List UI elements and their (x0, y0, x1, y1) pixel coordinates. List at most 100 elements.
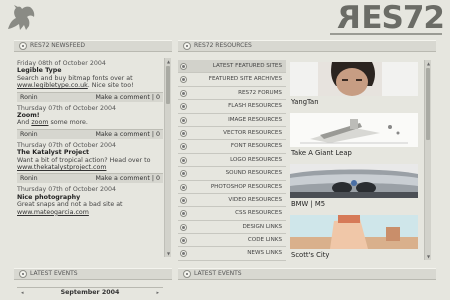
latest-events-bar-right: LATEST EVENTS (178, 268, 436, 280)
resource-item-featured-site-archives[interactable]: FEATURED SITE ARCHIVES (178, 73, 286, 87)
circle-bullet-icon (183, 42, 191, 50)
resource-item-news-links[interactable]: NEWS LINKS (178, 247, 286, 261)
circle-bullet-icon (180, 196, 187, 204)
comment-count: 0 (155, 175, 160, 183)
news-title: Zoom! (17, 112, 40, 120)
news-title: Legible Type (17, 67, 62, 75)
news-author[interactable]: Ronin (20, 130, 38, 139)
featured-caption[interactable]: BMW | M5 (290, 198, 420, 211)
latest-events-title-right: LATEST EVENTS (194, 270, 242, 277)
latest-events-title: LATEST EVENTS (30, 270, 78, 277)
scroll-down-icon[interactable]: ▼ (166, 251, 171, 256)
news-date: Thursday 07th of October 2004 (17, 186, 117, 194)
scroll-down-icon[interactable]: ▼ (426, 254, 431, 259)
res72-logo[interactable]: RES72 (338, 0, 445, 36)
featured-site[interactable]: Take A Giant Leap (290, 113, 420, 162)
circle-bullet-icon (180, 183, 187, 191)
news-link[interactable]: zoom (31, 119, 48, 126)
calendar-header: ◂ September 2004 ▸ (17, 287, 163, 298)
newsfeed-header-bar: RES72 NEWSFEED (14, 40, 172, 52)
make-comment-link[interactable]: Make a comment (95, 175, 149, 182)
resource-item-design-links[interactable]: DESIGN LINKS (178, 220, 286, 235)
news-footer: Ronin Make a comment | 0 (17, 91, 163, 102)
news-link[interactable]: www.legibletype.co.uk (17, 82, 88, 89)
resource-item-flash[interactable]: FLASH RESOURCES (178, 100, 286, 114)
circle-bullet-icon (180, 143, 187, 151)
latest-events-bar: LATEST EVENTS (14, 268, 172, 280)
scroll-up-icon[interactable]: ▲ (166, 59, 171, 64)
circle-bullet-icon (180, 237, 187, 245)
make-comment-link[interactable]: Make a comment (95, 131, 149, 138)
circle-bullet-icon (183, 270, 191, 278)
comment-count: 0 (155, 130, 160, 138)
resource-item-sound[interactable]: SOUND RESOURCES (178, 167, 286, 181)
resource-item-code-links[interactable]: CODE LINKS (178, 234, 286, 248)
scroll-up-icon[interactable]: ▲ (426, 61, 431, 66)
featured-site[interactable]: YangTan (290, 62, 420, 111)
news-date: Friday 08th of October 2004 (17, 60, 106, 67)
newsfeed-scrollbar[interactable]: ▲ ▼ (164, 58, 171, 257)
resources-scrollbar[interactable]: ▲ ▼ (424, 60, 431, 260)
featured-thumbnail[interactable] (290, 215, 418, 249)
circle-bullet-icon (180, 210, 187, 218)
news-body: Search and buy bitmap fonts over at www.l… (17, 74, 134, 90)
newsfeed-list: Friday 08th of October 2004 Legible Type… (17, 60, 163, 290)
news-footer: Ronin Make a comment | 0 (17, 173, 163, 184)
news-date: Thursday 07th of October 2004 (17, 141, 117, 149)
circle-bullet-icon (19, 42, 27, 50)
site-header: RES72 (0, 0, 450, 36)
news-body: Want a bit of tropical action? Head over… (17, 156, 151, 172)
featured-caption[interactable]: Take A Giant Leap (290, 147, 420, 160)
resource-item-logo[interactable]: LOGO RESOURCES (178, 153, 286, 168)
circle-bullet-icon (180, 156, 187, 164)
circle-bullet-icon (180, 250, 187, 258)
news-body: Great snaps and not a bad site at www.mat… (17, 201, 123, 216)
news-footer: Ronin Make a comment | 0 (17, 128, 163, 139)
news-date: Thursday 07th of October 2004 (17, 104, 117, 112)
news-item: Friday 08th of October 2004 Legible Type… (17, 60, 163, 102)
circle-bullet-icon (180, 116, 187, 124)
news-title: Nice photography (17, 193, 81, 201)
featured-caption[interactable]: YangTan (290, 96, 420, 109)
featured-sites: YangTan Take A Giant Leap BMW | M5 Scott… (290, 62, 420, 288)
resource-item-image[interactable]: IMAGE RESOURCES (178, 113, 286, 127)
circle-bullet-icon (180, 129, 187, 137)
featured-thumbnail[interactable] (290, 164, 418, 198)
news-author[interactable]: Ronin (20, 174, 38, 183)
news-item: Thursday 07th of October 2004 Zoom! And … (17, 105, 163, 139)
prev-month-icon[interactable]: ◂ (21, 288, 24, 298)
featured-site[interactable]: BMW | M5 (290, 164, 420, 213)
resource-item-photoshop[interactable]: PHOTOSHOP RESOURCES (178, 180, 286, 194)
resource-item-res72-forums[interactable]: RES72 FORUMS (178, 86, 286, 101)
featured-thumbnail[interactable] (290, 62, 418, 96)
news-body: And zoom some more. (17, 119, 88, 127)
news-author[interactable]: Ronin (20, 93, 38, 102)
news-link[interactable]: www.thekatalystproject.com (17, 164, 106, 171)
comment-count: 0 (155, 93, 160, 101)
newsfeed-title: RES72 NEWSFEED (30, 42, 85, 49)
circle-bullet-icon (180, 170, 187, 178)
featured-caption[interactable]: Scott's City (290, 249, 420, 262)
featured-site[interactable]: Scott's City (290, 215, 420, 264)
news-link[interactable]: www.mateogarcia.com (17, 209, 89, 216)
news-title: The Katalyst Project (17, 149, 90, 157)
griffin-logo-icon[interactable] (4, 3, 38, 33)
calendar-month: September 2004 (60, 289, 120, 296)
resources-menu: LATEST FEATURED SITES FEATURED SITE ARCH… (178, 60, 286, 261)
circle-bullet-icon (19, 270, 27, 278)
circle-bullet-icon (180, 103, 187, 111)
resources-header-bar: RES72 RESOURCES (178, 40, 436, 52)
resource-item-font[interactable]: FONT RESOURCES (178, 140, 286, 154)
circle-bullet-icon (180, 223, 187, 231)
featured-thumbnail[interactable] (290, 113, 418, 147)
scroll-thumb[interactable] (166, 66, 170, 104)
resource-item-latest-featured-sites[interactable]: LATEST FEATURED SITES (178, 60, 286, 74)
circle-bullet-icon (180, 89, 187, 97)
scroll-thumb[interactable] (426, 68, 430, 140)
make-comment-link[interactable]: Make a comment (95, 94, 149, 101)
next-month-icon[interactable]: ▸ (156, 288, 159, 298)
resource-item-vector[interactable]: VECTOR RESOURCES (178, 126, 286, 141)
circle-bullet-icon (180, 76, 187, 84)
resource-item-css[interactable]: CSS RESOURCES (178, 207, 286, 221)
resource-item-video[interactable]: VIDEO RESOURCES (178, 193, 286, 208)
